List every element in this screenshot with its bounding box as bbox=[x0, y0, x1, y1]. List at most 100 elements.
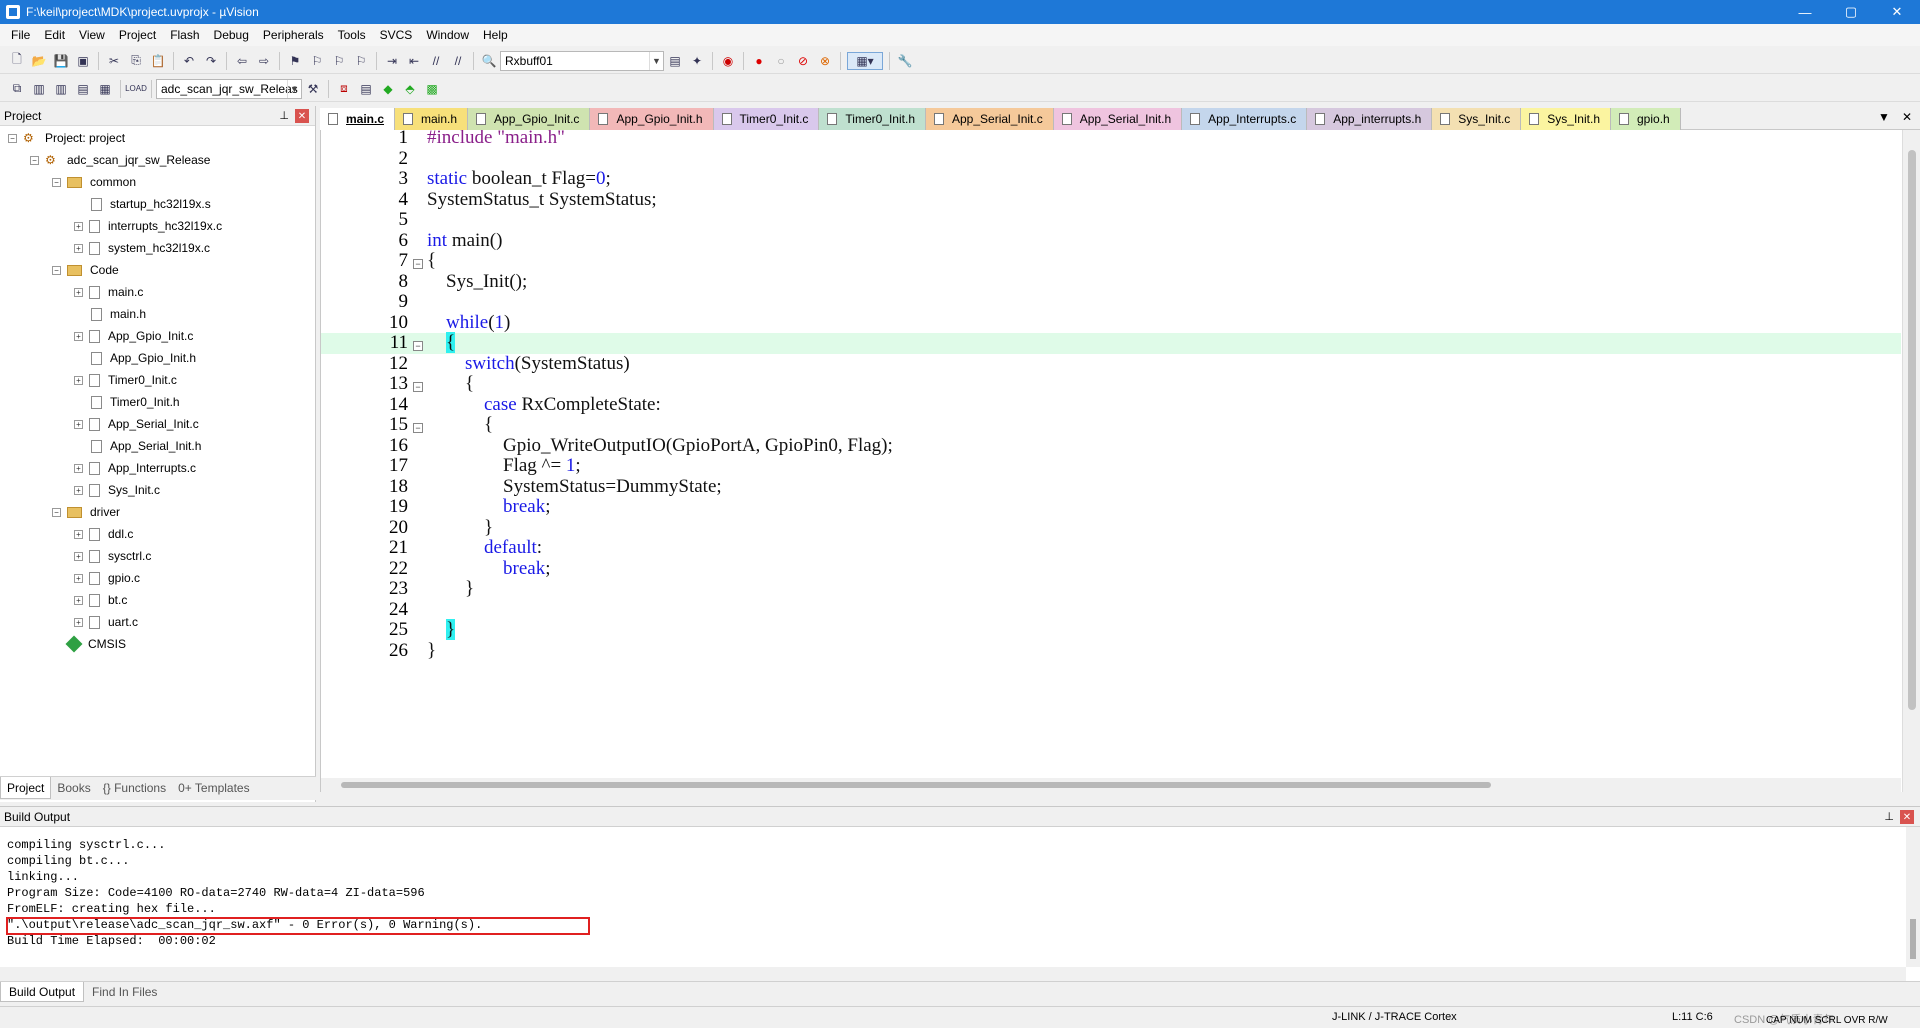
window-layout-icon[interactable]: ▦▾ bbox=[847, 51, 883, 70]
code-line[interactable]: 5 bbox=[321, 209, 1901, 231]
code-line[interactable]: 20 } bbox=[321, 517, 1901, 539]
menu-tools[interactable]: Tools bbox=[331, 28, 373, 42]
code-line[interactable]: 26} bbox=[321, 640, 1901, 662]
tab-find-in-files[interactable]: Find In Files bbox=[84, 982, 165, 1002]
editor-tab[interactable]: App_Interrupts.c bbox=[1182, 108, 1308, 130]
disable-breakpoint-icon[interactable]: ○ bbox=[772, 52, 790, 70]
code-line[interactable]: 7−{ bbox=[321, 250, 1901, 272]
expand-icon[interactable]: + bbox=[74, 485, 83, 495]
editor-tab[interactable]: App_Serial_Init.h bbox=[1053, 108, 1183, 130]
tree-node-file[interactable]: + App_Interrupts.c bbox=[74, 458, 196, 478]
editor-tab[interactable]: App_interrupts.h bbox=[1307, 108, 1433, 130]
file-extensions-icon[interactable]: ▤ bbox=[357, 80, 375, 98]
expand-icon[interactable]: + bbox=[74, 617, 83, 627]
fold-icon[interactable]: − bbox=[413, 382, 423, 392]
tree-node-file[interactable]: + system_hc32l19x.c bbox=[74, 238, 210, 258]
code-line[interactable]: 15− { bbox=[321, 414, 1901, 436]
find-combo[interactable]: Rxbuff01 ▼ bbox=[500, 50, 664, 71]
undo-icon[interactable]: ↶ bbox=[180, 52, 198, 70]
tab-books[interactable]: Books bbox=[51, 777, 96, 799]
manage-components-icon[interactable]: ⧈ bbox=[335, 80, 353, 98]
editor-tab[interactable]: Timer0_Init.h bbox=[819, 108, 926, 130]
breakpoint-icon[interactable]: ● bbox=[750, 52, 768, 70]
maximize-button[interactable]: ▢ bbox=[1828, 0, 1874, 24]
tree-node-file[interactable]: + gpio.c bbox=[74, 568, 140, 588]
tree-node-component[interactable]: CMSIS bbox=[65, 634, 126, 654]
tree-node-file[interactable]: + App_Serial_Init.c bbox=[74, 414, 199, 434]
expand-icon[interactable]: + bbox=[74, 221, 83, 231]
bookmark-clear-icon[interactable]: ⚐ bbox=[352, 52, 370, 70]
target-options-icon[interactable]: ⚒ bbox=[304, 80, 322, 98]
tree-node-file[interactable]: App_Serial_Init.h bbox=[91, 436, 201, 456]
close-button[interactable]: ✕ bbox=[1874, 0, 1920, 24]
menu-flash[interactable]: Flash bbox=[163, 28, 206, 42]
disable-all-breakpoints-icon[interactable]: ⊘ bbox=[794, 52, 812, 70]
tree-node-project[interactable]: − ⚙ Project: project bbox=[8, 128, 125, 148]
collapse-icon[interactable]: − bbox=[8, 133, 17, 143]
menu-edit[interactable]: Edit bbox=[37, 28, 72, 42]
collapse-icon[interactable]: − bbox=[52, 507, 61, 517]
paste-icon[interactable]: 📋 bbox=[149, 52, 167, 70]
save-icon[interactable]: 💾 bbox=[52, 52, 70, 70]
tree-node-group[interactable]: − Code bbox=[52, 260, 119, 280]
configure-icon[interactable]: 🔧 bbox=[896, 52, 914, 70]
editor-tab[interactable]: main.c bbox=[320, 108, 396, 130]
uncomment-icon[interactable]: // bbox=[449, 52, 467, 70]
tree-node-file[interactable]: + Sys_Init.c bbox=[74, 480, 160, 500]
tree-node-file[interactable]: main.h bbox=[91, 304, 146, 324]
bookmark-next-icon[interactable]: ⚐ bbox=[330, 52, 348, 70]
expand-icon[interactable]: + bbox=[74, 287, 83, 297]
tree-node-file[interactable]: + sysctrl.c bbox=[74, 546, 151, 566]
target-combo[interactable]: adc_scan_jqr_sw_Releas ▼ bbox=[156, 78, 302, 99]
tab-functions[interactable]: {} Functions bbox=[97, 777, 172, 799]
code-line[interactable]: 21 default: bbox=[321, 537, 1901, 559]
redo-icon[interactable]: ↷ bbox=[202, 52, 220, 70]
tree-node-file[interactable]: + bt.c bbox=[74, 590, 127, 610]
menu-help[interactable]: Help bbox=[476, 28, 515, 42]
minimize-button[interactable]: — bbox=[1782, 0, 1828, 24]
editor-tab[interactable]: App_Gpio_Init.c bbox=[468, 108, 591, 130]
code-line[interactable]: 16 Gpio_WriteOutputIO(GpioPortA, GpioPin… bbox=[321, 435, 1901, 457]
incremental-find-icon[interactable]: ✦ bbox=[688, 52, 706, 70]
tree-node-file[interactable]: Timer0_Init.h bbox=[91, 392, 180, 412]
debug-session-icon[interactable]: ◉ bbox=[719, 52, 737, 70]
load-icon[interactable]: LOAD bbox=[125, 80, 147, 98]
code-line[interactable]: 14 case RxCompleteState: bbox=[321, 394, 1901, 416]
tree-node-file[interactable]: + ddl.c bbox=[74, 524, 133, 544]
find-in-files-icon[interactable]: 🔍 bbox=[480, 52, 498, 70]
menu-view[interactable]: View bbox=[72, 28, 112, 42]
code-line[interactable]: 6 int main() bbox=[321, 230, 1901, 252]
open-file-icon[interactable]: 📂 bbox=[30, 52, 48, 70]
code-line[interactable]: 24 bbox=[321, 599, 1901, 621]
tree-node-file[interactable]: + Timer0_Init.c bbox=[74, 370, 177, 390]
code-line[interactable]: 19 break; bbox=[321, 496, 1901, 518]
close-icon[interactable]: ✕ bbox=[295, 109, 309, 123]
pack-installer-icon[interactable]: ◆ bbox=[379, 80, 397, 98]
bookmark-icon[interactable]: ⚑ bbox=[286, 52, 304, 70]
code-line[interactable]: 22 break; bbox=[321, 558, 1901, 580]
code-editor[interactable]: 1 #include "main.h" 2 3 static boolean_t Fla… bbox=[320, 130, 1920, 792]
vertical-scrollbar[interactable] bbox=[1902, 130, 1920, 792]
fold-icon[interactable]: − bbox=[413, 423, 423, 433]
tab-list-icon[interactable]: ▼ bbox=[1878, 110, 1890, 124]
tree-node-file[interactable]: App_Gpio_Init.h bbox=[91, 348, 196, 368]
save-all-icon[interactable]: ▣ bbox=[74, 52, 92, 70]
nav-back-icon[interactable]: ⇦ bbox=[233, 52, 251, 70]
build-icon[interactable]: ▥ bbox=[30, 80, 48, 98]
editor-tab[interactable]: Sys_Init.c bbox=[1432, 108, 1522, 130]
nav-forward-icon[interactable]: ⇨ bbox=[255, 52, 273, 70]
expand-icon[interactable]: + bbox=[74, 243, 83, 253]
collapse-icon[interactable]: − bbox=[30, 155, 39, 165]
batch-build-icon[interactable]: ▤ bbox=[74, 80, 92, 98]
tree-node-file[interactable]: + App_Gpio_Init.c bbox=[74, 326, 193, 346]
editor-tab[interactable]: App_Gpio_Init.h bbox=[590, 108, 714, 130]
tab-project[interactable]: Project bbox=[0, 777, 52, 799]
code-line[interactable]: 9 bbox=[321, 291, 1901, 313]
copy-icon[interactable]: ⎘ bbox=[127, 52, 145, 70]
code-line[interactable]: 18 SystemStatus=DummyState; bbox=[321, 476, 1901, 498]
menu-svcs[interactable]: SVCS bbox=[373, 28, 420, 42]
translate-icon[interactable]: ⧉ bbox=[8, 80, 26, 98]
select-software-packs-icon[interactable]: ⬘ bbox=[401, 80, 419, 98]
code-line[interactable]: 17 Flag ^= 1; bbox=[321, 455, 1901, 477]
new-file-icon[interactable]: 🗋 bbox=[8, 52, 26, 70]
